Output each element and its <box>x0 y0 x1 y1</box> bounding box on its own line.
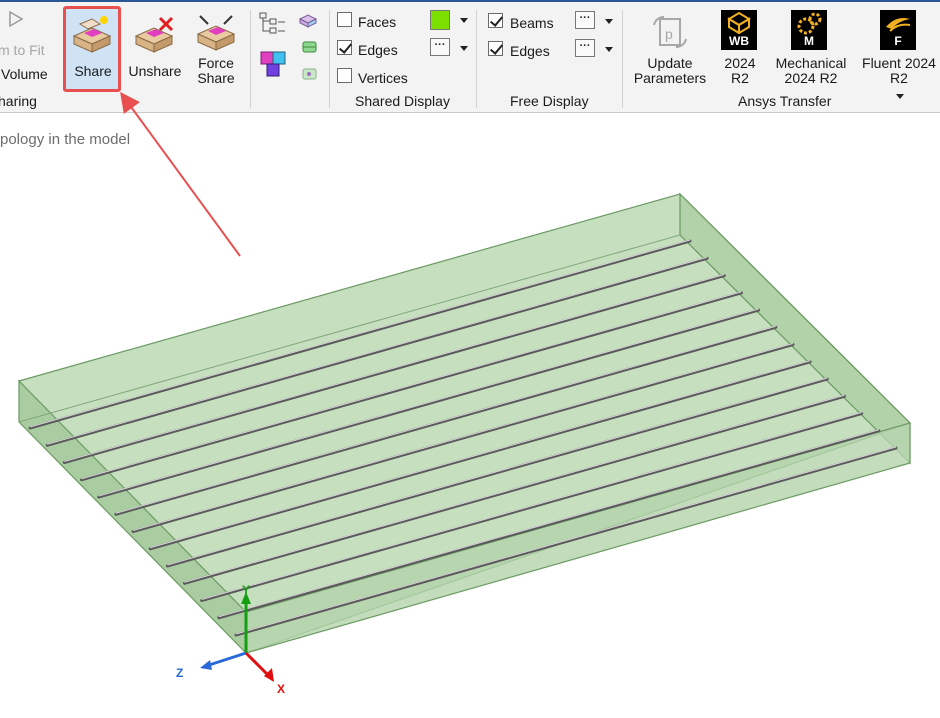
z-axis-label: Z <box>176 666 183 680</box>
y-axis-label: Y <box>242 583 250 597</box>
x-axis-label: X <box>277 682 285 696</box>
graphics-viewport[interactable]: Y Z X <box>0 0 940 718</box>
annotation-arrow <box>120 91 241 257</box>
